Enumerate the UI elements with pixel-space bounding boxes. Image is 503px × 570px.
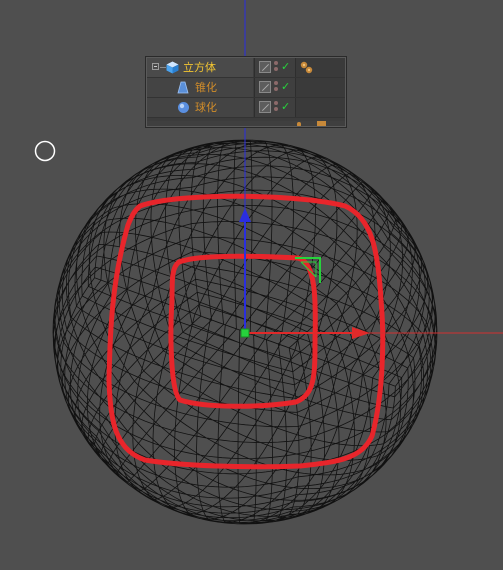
visibility-dots[interactable] — [274, 101, 279, 113]
object-name-spherify[interactable]: 球化 — [195, 100, 217, 115]
enabled-check-icon[interactable]: ✓ — [281, 59, 290, 74]
layer-flag-icon[interactable] — [259, 101, 271, 113]
origin-handle — [240, 328, 250, 338]
object-row-partial — [147, 121, 345, 126]
object-row-cube[interactable]: 立方体 ✓ — [147, 58, 345, 78]
y-axis-arrow-icon — [239, 208, 251, 222]
object-row-spherify[interactable]: 球化 ✓ — [147, 98, 345, 118]
collapse-icon[interactable] — [152, 63, 159, 70]
visibility-dots[interactable] — [274, 81, 279, 93]
layer-flag-icon[interactable] — [259, 81, 271, 93]
object-name-cube[interactable]: 立方体 — [183, 60, 216, 75]
cursor-circle-icon — [34, 140, 56, 162]
enabled-check-icon[interactable]: ✓ — [281, 79, 290, 94]
taper-icon — [177, 81, 189, 94]
sphere-icon — [178, 102, 189, 113]
object-name-taper[interactable]: 锥化 — [195, 80, 217, 95]
object-manager-panel: 立方体 ✓ 锥化 ✓ 球化 ✓ — [146, 57, 346, 127]
visibility-dots[interactable] — [274, 61, 279, 73]
layer-flag-icon[interactable] — [259, 61, 271, 73]
object-row-taper[interactable]: 锥化 ✓ — [147, 78, 345, 98]
cube-icon — [166, 61, 179, 74]
enabled-check-icon[interactable]: ✓ — [281, 99, 290, 114]
phong-tag-icon[interactable] — [299, 60, 315, 75]
